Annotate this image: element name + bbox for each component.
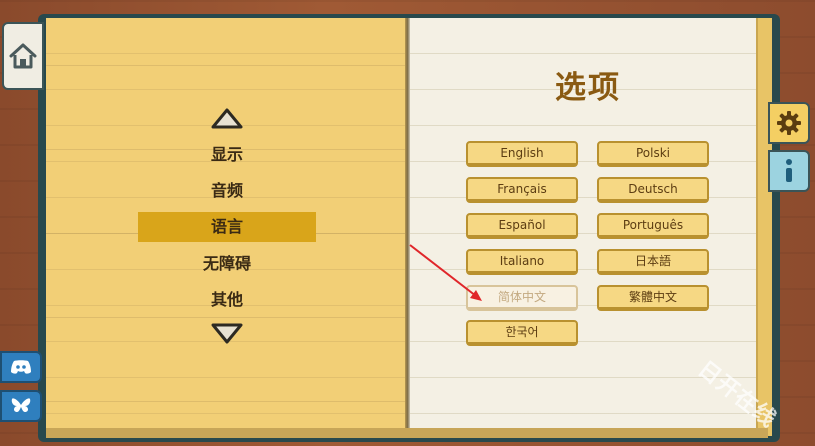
menu-item-language[interactable]: 语言	[138, 212, 316, 242]
discord-button[interactable]	[0, 351, 42, 383]
language-button-simplified-chinese[interactable]: 简体中文	[466, 285, 578, 311]
language-button-traditional-chinese[interactable]: 繁體中文	[597, 285, 709, 311]
gear-icon	[777, 111, 801, 135]
settings-tab[interactable]	[768, 102, 810, 144]
bluesky-icon	[11, 398, 31, 412]
page-title: 选项	[555, 70, 621, 106]
scroll-down-arrow[interactable]	[210, 322, 244, 346]
menu-item-other[interactable]: 其他	[138, 285, 316, 315]
language-button-korean[interactable]: 한국어	[466, 320, 578, 346]
menu-item-audio[interactable]: 音频	[138, 176, 316, 206]
language-button-espanol[interactable]: Español	[466, 213, 578, 239]
scroll-up-arrow[interactable]	[210, 106, 244, 130]
menu-item-accessibility[interactable]: 无障碍	[138, 249, 316, 279]
language-button-portugues[interactable]: Português	[597, 213, 709, 239]
language-button-japanese[interactable]: 日本語	[597, 249, 709, 275]
menu-item-display[interactable]: 显示	[138, 140, 316, 170]
bluesky-button[interactable]	[0, 390, 42, 422]
info-icon	[786, 159, 792, 182]
home-tab[interactable]	[2, 22, 44, 90]
language-button-deutsch[interactable]: Deutsch	[597, 177, 709, 203]
home-icon	[9, 43, 37, 69]
info-tab[interactable]	[768, 150, 810, 192]
discord-icon	[11, 360, 31, 374]
language-button-english[interactable]: English	[466, 141, 578, 167]
language-button-polski[interactable]: Polski	[597, 141, 709, 167]
page-bottom-edge	[46, 428, 768, 438]
language-button-italiano[interactable]: Italiano	[466, 249, 578, 275]
language-button-francais[interactable]: Français	[466, 177, 578, 203]
